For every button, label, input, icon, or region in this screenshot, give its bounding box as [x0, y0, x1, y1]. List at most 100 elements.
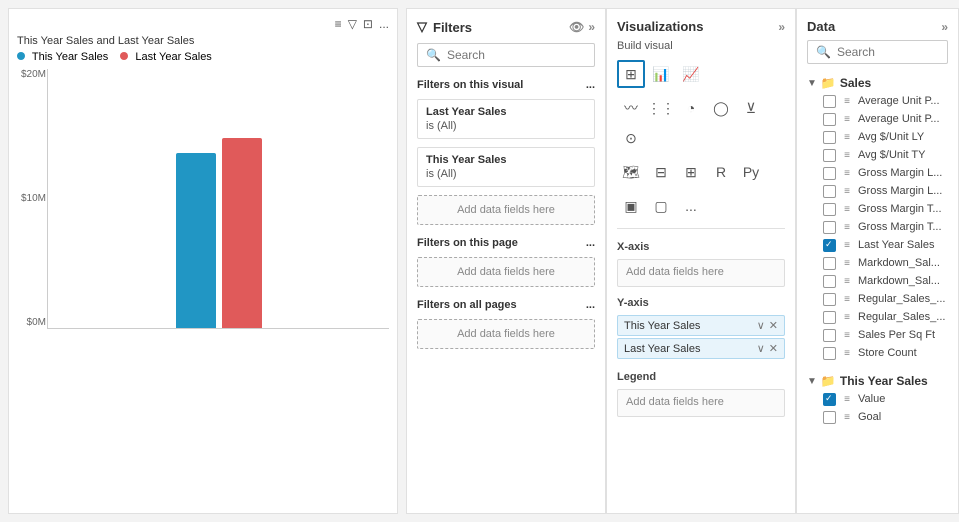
- viz-icon-donut[interactable]: ◯: [707, 94, 735, 122]
- chart-legend: This Year Sales Last Year Sales: [17, 51, 389, 63]
- viz-icon-matrix[interactable]: ⊞: [677, 158, 705, 186]
- filters-search-input[interactable]: [447, 48, 586, 62]
- checkbox-8[interactable]: [823, 239, 836, 252]
- expand-filters-icon[interactable]: »: [588, 20, 595, 34]
- search-icon: 🔍: [426, 48, 441, 62]
- y-axis-field-last-year[interactable]: Last Year Sales ∨ ✕: [617, 338, 785, 359]
- viz-icon-scatter[interactable]: ⋮⋮: [647, 94, 675, 122]
- checkbox-4[interactable]: [823, 167, 836, 180]
- checkbox-11[interactable]: [823, 293, 836, 306]
- filters-on-page-more[interactable]: ...: [586, 237, 595, 249]
- field-icon-9: ≡: [840, 256, 854, 270]
- data-search-box[interactable]: 🔍: [807, 40, 948, 64]
- tree-item-4[interactable]: ≡ Gross Margin L...: [807, 164, 948, 182]
- filter-card-this-year[interactable]: This Year Sales is (All): [417, 147, 595, 187]
- x-axis-drop-area[interactable]: Add data fields here: [617, 259, 785, 287]
- tree-item-goal[interactable]: ≡ Goal: [807, 408, 948, 426]
- checkbox-9[interactable]: [823, 257, 836, 270]
- tree-item-9[interactable]: ≡ Markdown_Sal...: [807, 254, 948, 272]
- filters-on-visual-more[interactable]: ...: [586, 79, 595, 91]
- viz-icon-line[interactable]: 📈: [677, 60, 705, 88]
- bar-this-year[interactable]: [176, 153, 216, 328]
- add-data-fields-visual[interactable]: Add data fields here: [417, 195, 595, 225]
- filter-card-last-year[interactable]: Last Year Sales is (All): [417, 99, 595, 139]
- tree-group-header-sales[interactable]: ▼ 📁 Sales: [807, 74, 948, 92]
- tree-item-6[interactable]: ≡ Gross Margin T...: [807, 200, 948, 218]
- expand-viz-icon[interactable]: »: [778, 20, 785, 34]
- checkbox-7[interactable]: [823, 221, 836, 234]
- eye-icon[interactable]: 👁: [569, 20, 584, 34]
- viz-icon-card[interactable]: ▢: [647, 192, 675, 220]
- viz-icon-map[interactable]: 🗺: [617, 158, 645, 186]
- data-search-icon: 🔍: [816, 45, 831, 59]
- field-icon-14: ≡: [840, 346, 854, 360]
- viz-icon-funnel[interactable]: ⊻: [737, 94, 765, 122]
- filters-search-box[interactable]: 🔍: [417, 43, 595, 67]
- legend-drop-area[interactable]: Add data fields here: [617, 389, 785, 417]
- add-data-fields-page[interactable]: Add data fields here: [417, 257, 595, 287]
- tree-item-12[interactable]: ≡ Regular_Sales_...: [807, 308, 948, 326]
- filters-on-all-more[interactable]: ...: [586, 299, 595, 311]
- field-icon-12: ≡: [840, 310, 854, 324]
- filters-panel: ▽ Filters 👁 » 🔍 Filters on this visual .…: [406, 8, 606, 514]
- filter-icon[interactable]: ▽: [348, 17, 357, 31]
- viz-icon-table[interactable]: ⊞: [617, 60, 645, 88]
- tree-item-11[interactable]: ≡ Regular_Sales_...: [807, 290, 948, 308]
- chevron-down-icon-2[interactable]: ∨: [757, 342, 765, 355]
- tree-group-header-this-year[interactable]: ▼ 📁 This Year Sales: [807, 372, 948, 390]
- checkbox-3[interactable]: [823, 149, 836, 162]
- field-icon-3: ≡: [840, 148, 854, 162]
- y-axis-field-this-year[interactable]: This Year Sales ∨ ✕: [617, 315, 785, 336]
- field-icon-goal: ≡: [840, 410, 854, 424]
- checkbox-12[interactable]: [823, 311, 836, 324]
- viz-icon-more[interactable]: ...: [677, 192, 705, 220]
- viz-icon-bar[interactable]: 📊: [647, 60, 675, 88]
- expand-icon[interactable]: ⊡: [363, 17, 373, 31]
- remove-field-icon[interactable]: ✕: [769, 319, 778, 332]
- tree-item-7[interactable]: ≡ Gross Margin T...: [807, 218, 948, 236]
- tree-item-3[interactable]: ≡ Avg $/Unit TY: [807, 146, 948, 164]
- checkbox-0[interactable]: [823, 95, 836, 108]
- checkbox-6[interactable]: [823, 203, 836, 216]
- tree-item-13[interactable]: ≡ Sales Per Sq Ft: [807, 326, 948, 344]
- expand-data-icon[interactable]: »: [941, 20, 948, 34]
- viz-icon-area[interactable]: 〰: [617, 94, 645, 122]
- checkbox-5[interactable]: [823, 185, 836, 198]
- more-options-icon[interactable]: ...: [379, 17, 389, 31]
- checkbox-value[interactable]: [823, 393, 836, 406]
- this-year-items: ≡ Value ≡ Goal: [807, 390, 948, 426]
- viz-icons-row-3: 🗺 ⊟ ⊞ R Py: [617, 158, 785, 186]
- tree-item-1[interactable]: ≡ Average Unit P...: [807, 110, 948, 128]
- tree-item-value[interactable]: ≡ Value: [807, 390, 948, 408]
- checkbox-13[interactable]: [823, 329, 836, 342]
- checkbox-14[interactable]: [823, 347, 836, 360]
- viz-icon-gauge[interactable]: ⊙: [617, 124, 645, 152]
- tree-item-5[interactable]: ≡ Gross Margin L...: [807, 182, 948, 200]
- checkbox-goal[interactable]: [823, 411, 836, 424]
- viz-icon-py[interactable]: Py: [737, 158, 765, 186]
- remove-field-icon-2[interactable]: ✕: [769, 342, 778, 355]
- viz-icons-row-2: 〰 ⋮⋮ ◔ ◯ ⊻ ⊙: [617, 94, 785, 152]
- tree-item-8[interactable]: ≡ Last Year Sales: [807, 236, 948, 254]
- tree-item-2[interactable]: ≡ Avg $/Unit LY: [807, 128, 948, 146]
- filters-on-visual-label: Filters on this visual ...: [417, 79, 595, 91]
- checkbox-1[interactable]: [823, 113, 836, 126]
- bar-last-year[interactable]: [222, 138, 262, 328]
- viz-icon-pie[interactable]: ◔: [677, 94, 705, 122]
- hamburger-icon[interactable]: ≡: [335, 17, 342, 31]
- chart-panel: ≡ ▽ ⊡ ... This Year Sales and Last Year …: [8, 8, 398, 514]
- field-icon-2: ≡: [840, 130, 854, 144]
- checkbox-10[interactable]: [823, 275, 836, 288]
- tree-group-sales: ▼ 📁 Sales ≡ Average Unit P... ≡ Average …: [807, 74, 948, 362]
- add-data-fields-all[interactable]: Add data fields here: [417, 319, 595, 349]
- viz-icon-r[interactable]: R: [707, 158, 735, 186]
- tree-item-10[interactable]: ≡ Markdown_Sal...: [807, 272, 948, 290]
- chevron-down-icon[interactable]: ∨: [757, 319, 765, 332]
- field-icon-10: ≡: [840, 274, 854, 288]
- viz-icon-treemap[interactable]: ⊟: [647, 158, 675, 186]
- tree-item-14[interactable]: ≡ Store Count: [807, 344, 948, 362]
- data-search-input[interactable]: [837, 45, 939, 59]
- checkbox-2[interactable]: [823, 131, 836, 144]
- viz-icon-kpi[interactable]: ▣: [617, 192, 645, 220]
- tree-item-0[interactable]: ≡ Average Unit P...: [807, 92, 948, 110]
